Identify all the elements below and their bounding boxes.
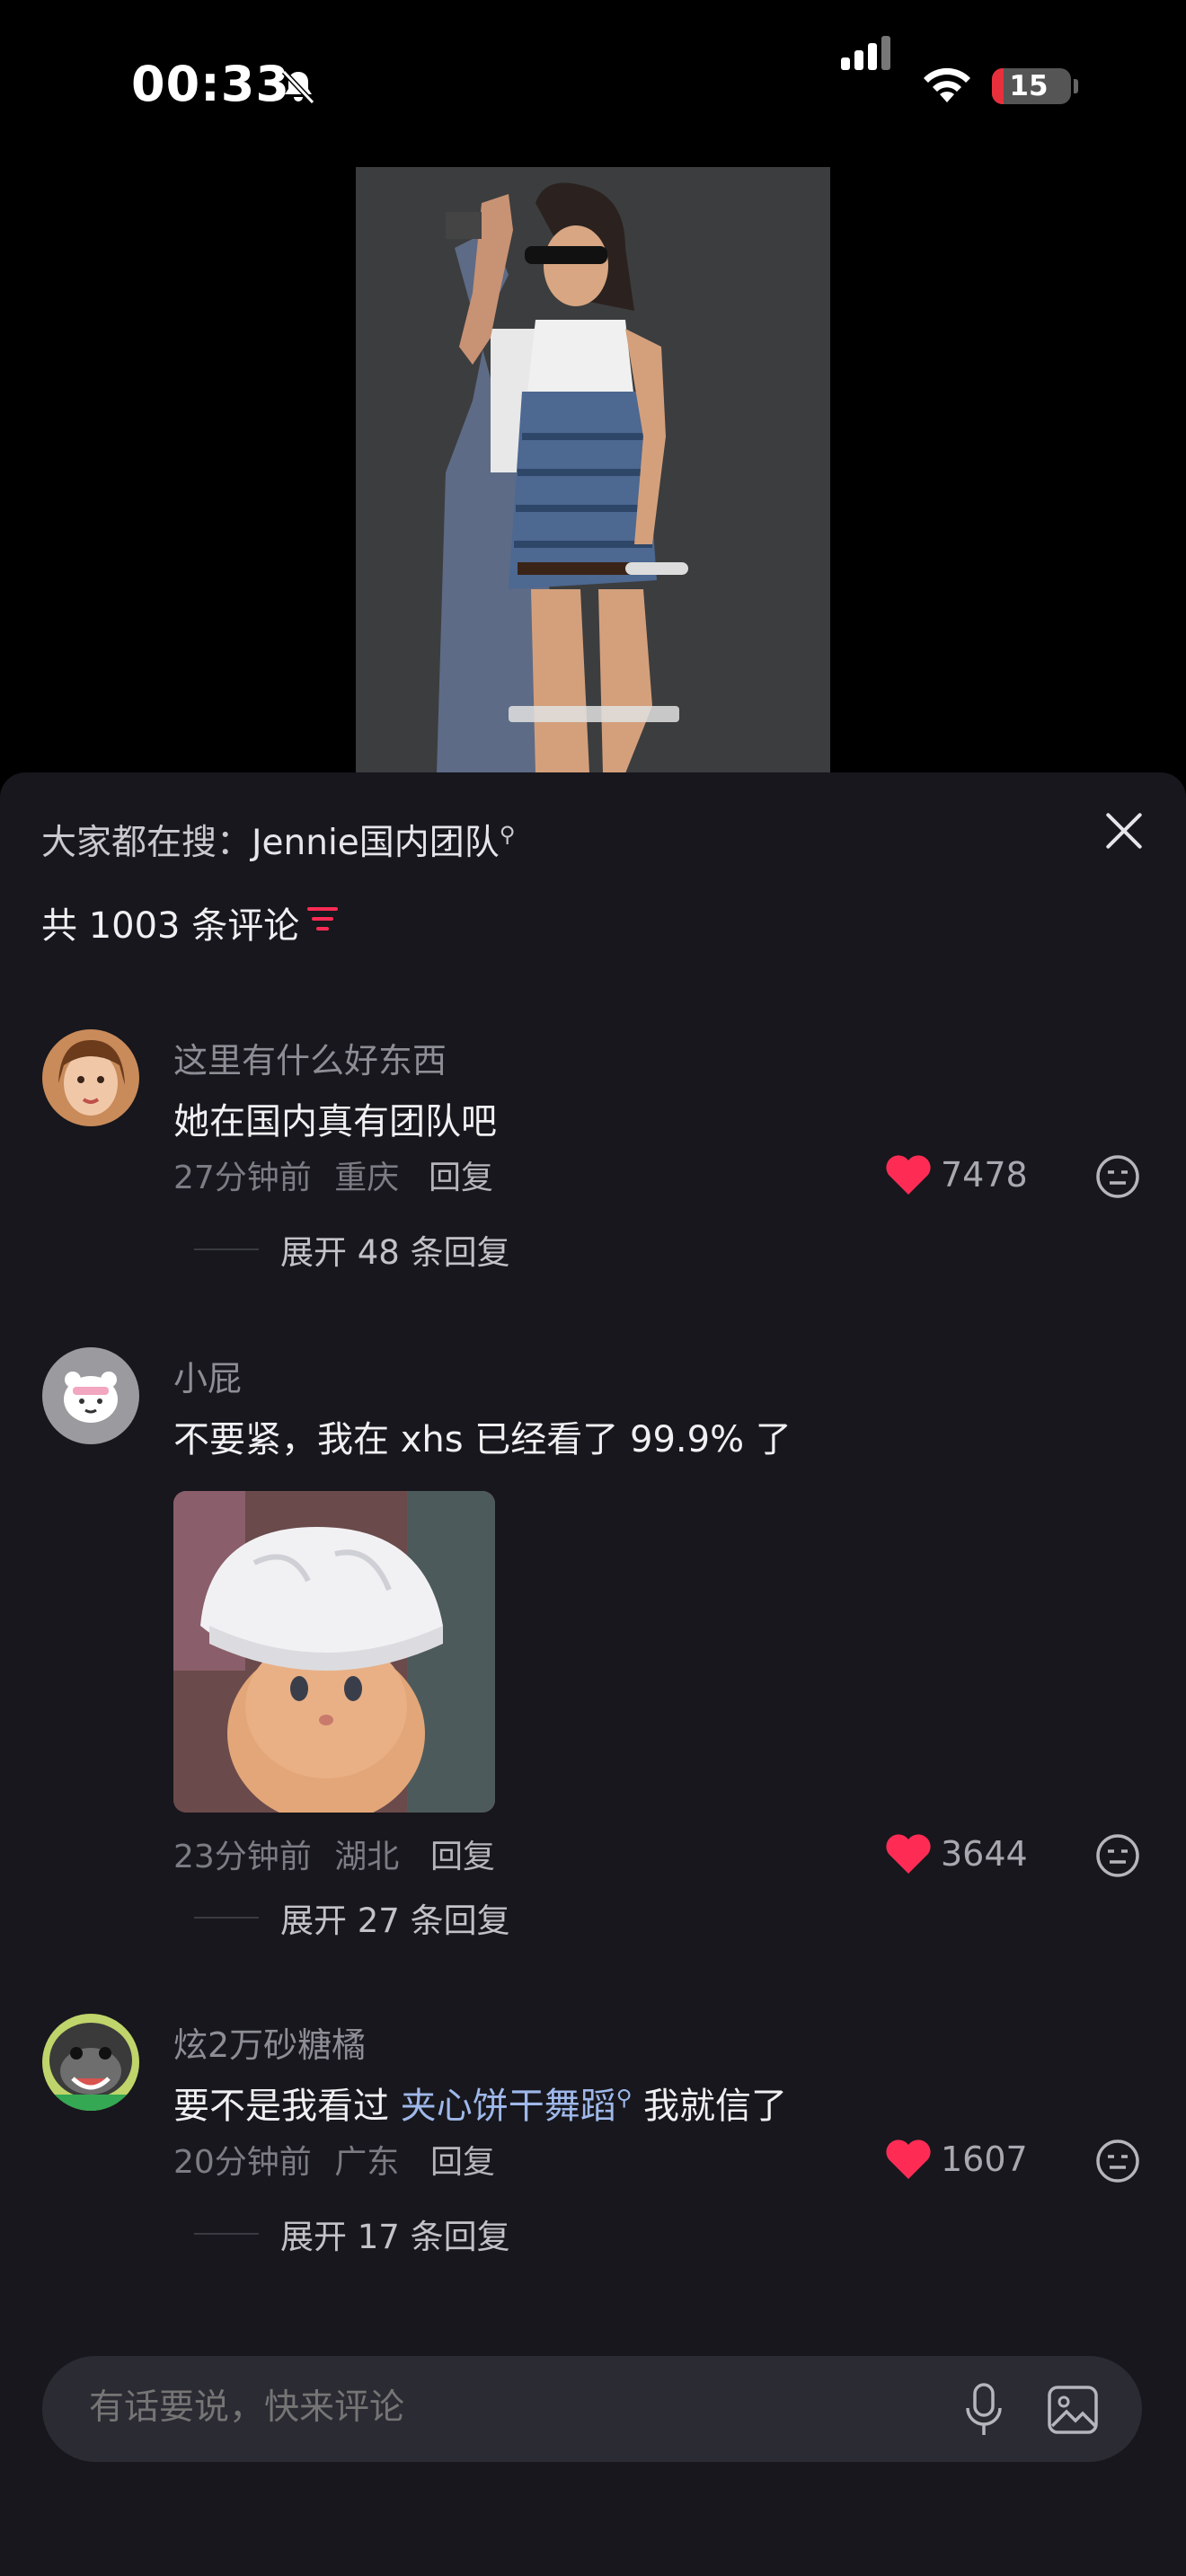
- like-count: 7478: [941, 1155, 1028, 1195]
- mic-icon[interactable]: [962, 2381, 1005, 2439]
- reply-button[interactable]: 回复: [430, 2136, 495, 2183]
- battery-icon: 15: [992, 68, 1071, 104]
- heart-icon[interactable]: [885, 1155, 932, 1196]
- expand-divider: [194, 1917, 259, 1919]
- comment-count: 共 1003 条评论: [41, 905, 300, 947]
- reply-button[interactable]: 回复: [430, 1831, 495, 1877]
- search-small-icon: ⚲: [499, 822, 516, 847]
- close-button[interactable]: [1103, 810, 1145, 851]
- like-count: 3644: [941, 1834, 1028, 1874]
- comment-sticker-image[interactable]: [173, 1491, 495, 1813]
- wifi-icon: [924, 67, 970, 102]
- battery-tip: [1074, 79, 1078, 93]
- reply-button[interactable]: 回复: [429, 1151, 493, 1198]
- search-small-icon: ⚲: [615, 2085, 633, 2111]
- heart-icon[interactable]: [885, 2139, 932, 2181]
- like-count: 1607: [941, 2139, 1028, 2179]
- heart-icon[interactable]: [885, 1834, 932, 1875]
- username[interactable]: 炫2万砂糖橘: [173, 2017, 366, 2067]
- dislike-icon[interactable]: [1094, 2138, 1141, 2184]
- expand-replies[interactable]: 展开 17 条回复: [280, 2210, 510, 2258]
- avatar[interactable]: [42, 1347, 139, 1444]
- search-keyword[interactable]: Jennie国内团队: [252, 823, 500, 863]
- expand-divider: [194, 2233, 259, 2235]
- sort-icon[interactable]: [307, 905, 340, 934]
- comment-text: 不要紧，我在 xhs 已经看了 99.9% 了: [173, 1419, 792, 1460]
- dislike-icon[interactable]: [1094, 1153, 1141, 1200]
- comment-meta: 20分钟前 广东: [173, 2144, 400, 2181]
- trending-search[interactable]: 大家都在搜：Jennie国内团队⚲: [41, 815, 515, 865]
- comment-text: 她在国内真有团队吧: [173, 1101, 497, 1142]
- expand-divider: [194, 1248, 259, 1250]
- status-time: 00:33: [131, 56, 290, 112]
- username[interactable]: 小屁: [173, 1351, 242, 1400]
- dislike-icon[interactable]: [1094, 1832, 1141, 1879]
- comment-text: 要不是我看过 夹心饼干舞蹈⚲ 我就信了: [173, 2085, 788, 2127]
- status-bar: 00:33 15: [0, 0, 1186, 171]
- video-player[interactable]: [356, 167, 830, 773]
- username[interactable]: 这里有什么好东西: [173, 1033, 447, 1082]
- image-icon[interactable]: [1047, 2385, 1099, 2435]
- avatar[interactable]: [42, 2014, 139, 2111]
- comment-input[interactable]: [87, 2386, 899, 2429]
- video-frame-image: [356, 167, 830, 773]
- avatar[interactable]: [42, 1029, 139, 1126]
- comment-meta: 23分钟前 湖北: [173, 1839, 400, 1875]
- expand-replies[interactable]: 展开 48 条回复: [280, 1225, 510, 1274]
- comment-meta: 27分钟前 重庆: [173, 1160, 400, 1196]
- comment-search-link[interactable]: 夹心饼干舞蹈: [401, 2086, 616, 2127]
- comments-sheet: 大家都在搜：Jennie国内团队⚲ 共 1003 条评论 这里有什么好东西 她在…: [0, 772, 1186, 2576]
- expand-replies[interactable]: 展开 27 条回复: [280, 1893, 510, 1942]
- comment-input-bar[interactable]: [42, 2356, 1142, 2462]
- bell-muted-icon: [281, 69, 315, 105]
